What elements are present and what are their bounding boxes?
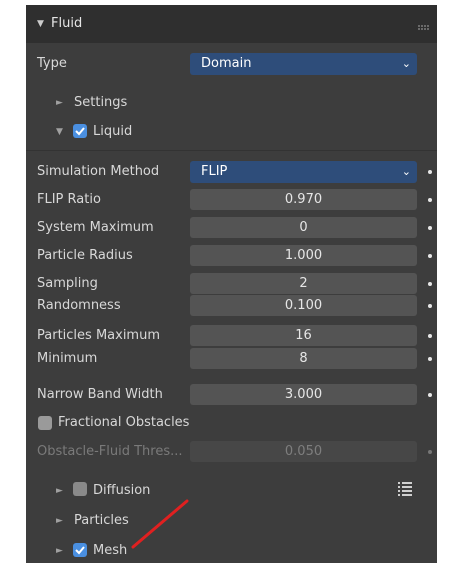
chevron-down-icon: ⌄ [401, 57, 411, 70]
simulation-method-label: Simulation Method [37, 164, 160, 179]
minimum-label: Minimum [37, 351, 98, 366]
particles-maximum-field[interactable]: 16 [190, 325, 417, 346]
randomness-label: Randomness [37, 298, 121, 313]
keyframe-dot-icon[interactable] [428, 170, 432, 174]
keyframe-dot-icon[interactable] [428, 334, 432, 338]
panel-header[interactable] [26, 5, 437, 43]
diffusion-checkbox[interactable] [73, 482, 87, 496]
minimum-field[interactable]: 8 [190, 348, 417, 369]
mesh-checkbox[interactable] [73, 543, 87, 557]
triangle-right-icon[interactable]: ► [56, 486, 63, 496]
checkmark-icon [75, 127, 85, 136]
particles-maximum-label: Particles Maximum [37, 328, 160, 343]
type-dropdown[interactable]: Domain ⌄ [190, 53, 417, 75]
annotation-arrow [131, 499, 189, 549]
obstacle-threshold-label: Obstacle-Fluid Thres... [37, 444, 183, 459]
particles-subpanel-label[interactable]: Particles [74, 513, 129, 529]
triangle-down-icon[interactable]: ▼ [37, 19, 44, 29]
chevron-down-icon: ⌄ [401, 165, 411, 178]
flip-ratio-label: FLIP Ratio [37, 192, 101, 207]
sampling-field[interactable]: 2 [190, 273, 417, 294]
list-icon[interactable] [398, 482, 414, 496]
flip-ratio-field[interactable]: 0.970 [190, 189, 417, 210]
type-label: Type [37, 56, 67, 71]
keyframe-dot-icon[interactable] [428, 198, 432, 202]
narrow-band-width-label: Narrow Band Width [37, 387, 163, 402]
system-maximum-label: System Maximum [37, 220, 154, 235]
panel-title: Fluid [51, 16, 83, 31]
triangle-right-icon[interactable]: ► [56, 546, 63, 556]
keyframe-dot-icon[interactable] [428, 357, 432, 361]
fractional-obstacles-label: Fractional Obstacles [58, 415, 190, 430]
mesh-subpanel-label: Mesh [93, 543, 128, 558]
type-value: Domain [201, 56, 252, 71]
drag-handle-icon[interactable] [418, 20, 430, 30]
particle-radius-field[interactable]: 1.000 [190, 245, 417, 266]
particle-radius-label: Particle Radius [37, 248, 133, 263]
simulation-method-value: FLIP [201, 164, 228, 179]
keyframe-dot-icon[interactable] [428, 393, 432, 397]
triangle-right-icon[interactable]: ► [56, 516, 63, 526]
checkmark-icon [75, 546, 85, 555]
liquid-checkbox[interactable] [73, 124, 87, 138]
subpanel-divider [26, 150, 437, 151]
keyframe-dot-icon[interactable] [428, 450, 432, 454]
keyframe-dot-icon[interactable] [428, 304, 432, 308]
fractional-obstacles-checkbox[interactable] [38, 416, 52, 430]
triangle-right-icon[interactable]: ► [56, 98, 63, 108]
keyframe-dot-icon[interactable] [428, 226, 432, 230]
triangle-down-icon[interactable]: ▼ [56, 127, 63, 137]
narrow-band-width-field[interactable]: 3.000 [190, 384, 417, 405]
keyframe-dot-icon[interactable] [428, 254, 432, 258]
liquid-subpanel-label: Liquid [93, 124, 133, 139]
system-maximum-field[interactable]: 0 [190, 217, 417, 238]
keyframe-dot-icon[interactable] [428, 282, 432, 286]
sampling-label: Sampling [37, 276, 98, 291]
randomness-field[interactable]: 0.100 [190, 295, 417, 316]
simulation-method-dropdown[interactable]: FLIP ⌄ [190, 161, 417, 183]
obstacle-threshold-field[interactable]: 0.050 [190, 441, 417, 462]
settings-subpanel-label[interactable]: Settings [74, 95, 127, 111]
